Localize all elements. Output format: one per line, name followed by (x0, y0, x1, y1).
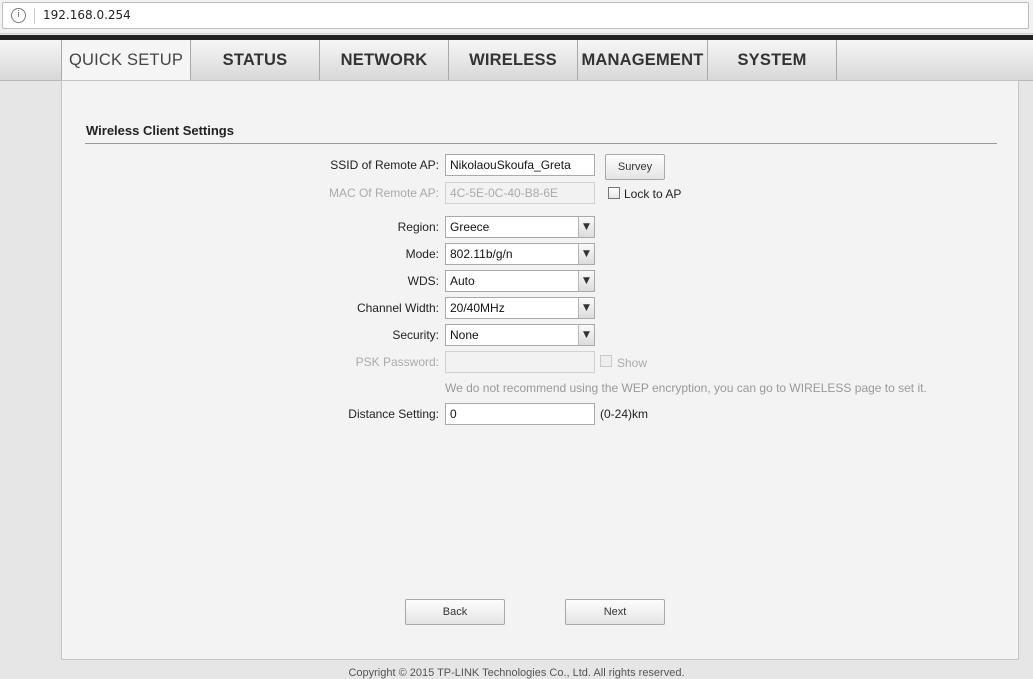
chevron-down-icon[interactable]: ▼ (578, 325, 594, 345)
wds-label: WDS: (407, 274, 439, 288)
tab-label: QUICK SETUP (68, 51, 184, 69)
channel-width-value: 20/40MHz (450, 301, 505, 315)
browser-address-bar: i 192.168.0.254 (0, 0, 1033, 34)
mode-label: Mode: (405, 247, 439, 261)
url-text[interactable]: 192.168.0.254 (43, 8, 131, 22)
chevron-down-icon[interactable]: ▼ (578, 244, 594, 264)
mode-value: 802.11b/g/n (450, 247, 513, 261)
show-password-label: Show (617, 356, 648, 370)
wep-note: We do not recommend using the WEP encryp… (445, 381, 927, 395)
copyright-footer: Copyright © 2015 TP-LINK Technologies Co… (348, 667, 685, 679)
tab-label: NETWORK (340, 51, 428, 69)
distance-label: Distance Setting: (348, 407, 439, 421)
wds-value: Auto (450, 274, 475, 288)
chevron-down-icon[interactable]: ▼ (578, 217, 594, 237)
content-panel: Wireless Client Settings SSID of Remote … (61, 80, 1019, 660)
lock-to-ap-checkbox[interactable] (608, 187, 620, 199)
wds-select[interactable]: Auto ▼ (445, 270, 595, 292)
tab-status[interactable]: STATUS (191, 40, 320, 80)
region-label: Region: (397, 220, 439, 234)
chevron-down-icon[interactable]: ▼ (578, 271, 594, 291)
mac-label: MAC Of Remote AP: (328, 186, 439, 200)
title-divider (85, 143, 997, 144)
back-button[interactable]: Back (405, 599, 505, 625)
survey-button[interactable]: Survey (605, 154, 665, 180)
info-circle-icon[interactable]: i (11, 8, 26, 23)
tab-quick-setup[interactable]: QUICK SETUP (61, 40, 191, 81)
tab-system[interactable]: SYSTEM (708, 40, 837, 80)
psk-password-input (445, 351, 595, 373)
tab-label: WIRELESS (469, 51, 557, 69)
tab-network[interactable]: NETWORK (320, 40, 449, 80)
tab-label: MANAGEMENT (581, 51, 704, 69)
channel-width-select[interactable]: 20/40MHz ▼ (445, 297, 595, 319)
tab-management[interactable]: MANAGEMENT (578, 40, 708, 80)
region-select[interactable]: Greece ▼ (445, 216, 595, 238)
mode-select[interactable]: 802.11b/g/n ▼ (445, 243, 595, 265)
page-title: Wireless Client Settings (86, 123, 234, 138)
url-field[interactable]: i 192.168.0.254 (2, 2, 1029, 29)
tab-label: SYSTEM (737, 51, 807, 69)
tab-wireless[interactable]: WIRELESS (449, 40, 578, 80)
tab-label: STATUS (222, 51, 288, 69)
address-divider (34, 8, 35, 24)
lock-to-ap-label: Lock to AP (624, 187, 682, 201)
distance-input[interactable] (445, 403, 595, 425)
security-value: None (450, 328, 479, 342)
distance-unit: (0-24)km (600, 407, 649, 421)
region-value: Greece (450, 220, 490, 234)
psk-password-label: PSK Password: (355, 355, 439, 369)
security-label: Security: (392, 328, 439, 342)
main-nav: QUICK SETUP STATUS NETWORK WIRELESS MANA… (0, 40, 1033, 81)
ssid-input[interactable] (445, 154, 595, 176)
channel-width-label: Channel Width: (356, 301, 439, 315)
next-button[interactable]: Next (565, 599, 665, 625)
chevron-down-icon[interactable]: ▼ (578, 298, 594, 318)
mac-input (445, 182, 595, 204)
security-select[interactable]: None ▼ (445, 324, 595, 346)
show-password-checkbox (600, 355, 612, 367)
ssid-label: SSID of Remote AP: (330, 158, 439, 172)
